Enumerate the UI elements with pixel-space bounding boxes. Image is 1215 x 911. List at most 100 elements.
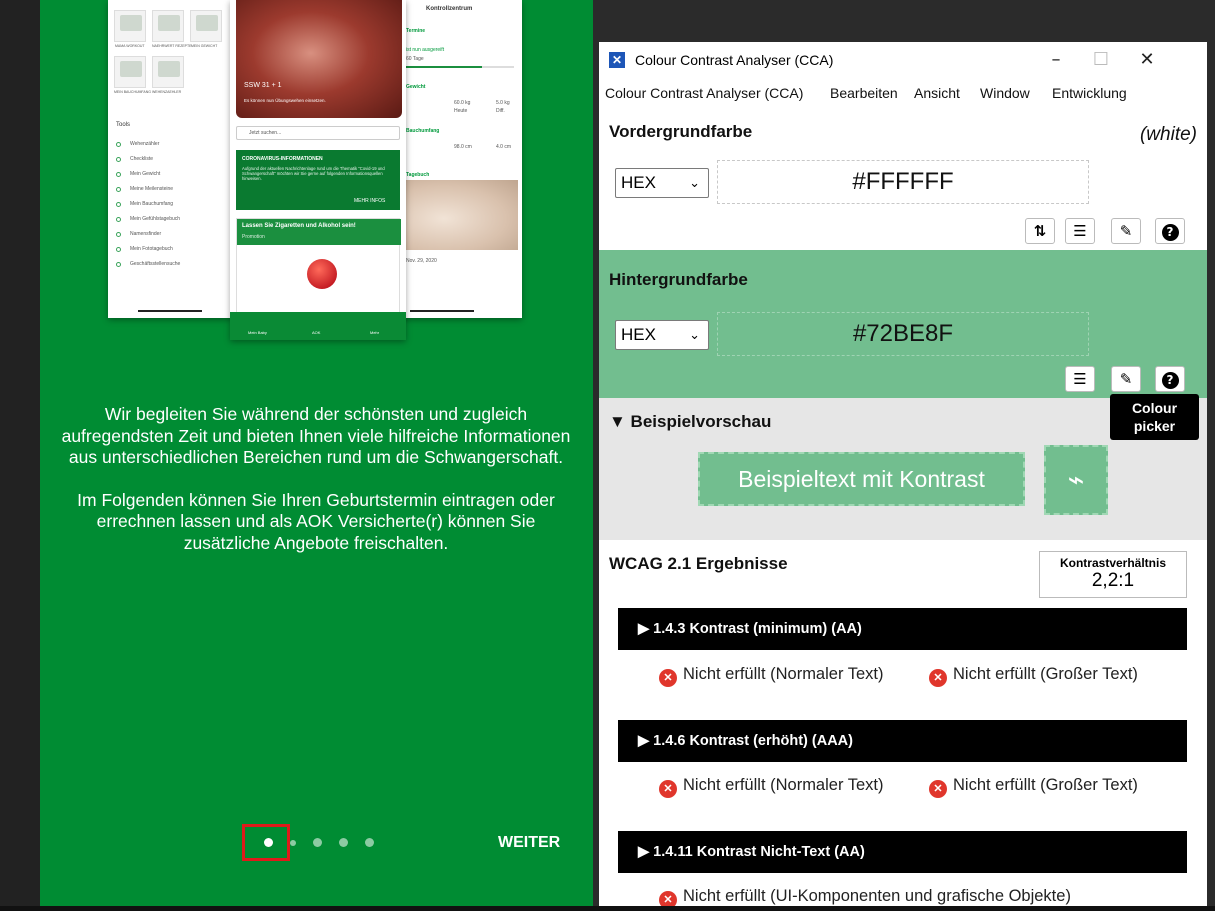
tool-item: Mein Gewicht [130, 171, 161, 177]
tool-icon [116, 172, 121, 177]
pager-dot[interactable] [313, 838, 322, 847]
menu-development[interactable]: Entwicklung [1052, 85, 1127, 101]
progress-fill [406, 66, 482, 68]
result-ui-components: ✕ Nicht erfüllt (UI-Komponenten und grafi… [659, 886, 1199, 906]
fail-icon: ✕ [659, 669, 677, 687]
results-heading: WCAG 2.1 Ergebnisse [609, 554, 788, 573]
screen: MAMA WORKOUT NAEHRWERT REZEPTE MEIN GEWI… [0, 0, 1215, 911]
right-progress-label: ist nun ausgereift [406, 47, 445, 53]
onboarding-screen: MAMA WORKOUT NAEHRWERT REZEPTE MEIN GEWI… [40, 0, 593, 911]
right-header: Kontrollzentrum [426, 6, 473, 12]
contrast-ratio-value: 2,2:1 [1091, 570, 1135, 591]
background-format-select[interactable]: HEX ⌄ [615, 320, 709, 350]
foreground-format-select[interactable]: HEX ⌄ [615, 168, 709, 198]
tool-item: Checkliste [130, 156, 154, 162]
tile-label: MEIN BAUCHUMFANG [114, 90, 151, 94]
background-hex-input[interactable]: #72BE8F [717, 312, 1089, 356]
tool-icon [116, 217, 121, 222]
colour-picker-tooltip: Colour picker [1110, 394, 1199, 440]
right-sub: Heute [454, 108, 468, 114]
criterion-1-4-3[interactable]: ▶ 1.4.3 Kontrast (minimum) (AA) [618, 608, 1187, 650]
intro-paragraph-1: Wir begleiten Sie während der schönsten … [61, 404, 571, 467]
tool-icon [116, 142, 121, 147]
phone-mockup-left: MAMA WORKOUT NAEHRWERT REZEPTE MEIN GEWI… [108, 0, 232, 318]
home-indicator [138, 310, 202, 312]
minimize-button[interactable]: – [1039, 48, 1073, 72]
right-item: Tagebuch [406, 172, 430, 178]
tile-label: MEIN GEWICHT [191, 44, 218, 48]
tool-item: Geschäftsstellensuche [130, 261, 181, 267]
criterion-1-4-11[interactable]: ▶ 1.4.11 Kontrast Nicht-Text (AA) [618, 831, 1187, 873]
pager-dot[interactable] [339, 838, 348, 847]
fail-icon: ✕ [659, 780, 677, 798]
contrast-ratio-label: Kontrastverhältnis [1059, 556, 1167, 570]
tool-icon [116, 262, 121, 267]
chevron-down-icon: ⌄ [689, 175, 700, 190]
swap-colors-button[interactable]: ⇅ [1025, 218, 1055, 244]
menu-bar: Colour Contrast Analyser (CCA) Bearbeite… [599, 82, 1207, 106]
maximize-button[interactable]: ☐ [1084, 48, 1118, 72]
tool-icon [116, 187, 121, 192]
right-item: Bauchumfang [406, 128, 440, 134]
tile-weight [190, 10, 222, 42]
fail-icon: ✕ [929, 669, 947, 687]
tile-label: MAMA WORKOUT [115, 44, 145, 48]
tile-belly [114, 56, 146, 88]
eyedropper-icon[interactable]: ✎ [1111, 366, 1141, 392]
help-icon: ? [1161, 372, 1179, 389]
background-heading: Hintergrundfarbe [609, 270, 748, 289]
promo-label: Promotion [242, 234, 265, 240]
result-label: Nicht erfüllt (Normaler Text) [683, 776, 884, 794]
right-item: Termine [406, 28, 426, 34]
right-value: 4.0 cm [496, 144, 512, 150]
sliders-icon[interactable]: ☰ [1065, 218, 1095, 244]
menu-window[interactable]: Window [980, 85, 1030, 101]
tile-contractions [152, 56, 184, 88]
tools-heading: Tools [116, 122, 131, 128]
promo-header: Lassen Sie Zigaretten und Alkohol sein! … [237, 219, 401, 245]
home-indicator [410, 310, 474, 312]
promo-card: Lassen Sie Zigaretten und Alkohol sein! … [236, 218, 401, 314]
foreground-hex-input[interactable]: #FFFFFF [717, 160, 1089, 204]
tile-recipes [152, 10, 184, 42]
right-value: 60.0 kg [454, 100, 471, 106]
chart-icon: ⌁ [1044, 445, 1108, 515]
apple-image [307, 259, 337, 289]
eyedropper-icon[interactable]: ✎ [1111, 218, 1141, 244]
corona-text: Aufgrund der aktuellen Nachrichtenlage r… [242, 166, 385, 181]
sliders-icon[interactable]: ☰ [1065, 366, 1095, 392]
tool-icon [116, 232, 121, 237]
week-subtitle: Es können nun Übungswehen einsetzen. [244, 98, 326, 103]
menu-edit[interactable]: Bearbeiten [830, 85, 898, 101]
result-label: Nicht erfüllt (Großer Text) [953, 665, 1138, 683]
corona-more-link: MEHR INFOS [354, 198, 386, 204]
close-button[interactable]: ✕ [1130, 48, 1164, 72]
pager-dot[interactable] [365, 838, 374, 847]
next-button[interactable]: WEITER [498, 834, 560, 852]
result-large-text: ✕ Nicht erfüllt (Großer Text) [929, 775, 1199, 798]
background-format-value: HEX [621, 325, 656, 344]
right-date: Nov. 29, 2020 [406, 258, 437, 264]
right-value: 98.0 cm [454, 144, 472, 150]
pager-dot[interactable] [290, 839, 296, 846]
tool-item: Mein Bauchumfang [130, 201, 174, 207]
help-button[interactable]: ? [1155, 218, 1185, 244]
foreground-heading: Vordergrundfarbe [609, 122, 753, 141]
left-margin [0, 0, 40, 911]
preview-heading[interactable]: ▼ Beispielvorschau [609, 412, 771, 432]
title-bar: ✕ Colour Contrast Analyser (CCA) – ☐ ✕ [599, 42, 1207, 78]
tool-icon [116, 157, 121, 162]
foreground-section: Vordergrundfarbe (white) HEX ⌄ #FFFFFF ⇅… [599, 110, 1207, 250]
tab-label: Mein Baby [248, 330, 267, 335]
menu-view[interactable]: Ansicht [914, 85, 960, 101]
help-button[interactable]: ? [1155, 366, 1185, 392]
menu-cca[interactable]: Colour Contrast Analyser (CCA) [605, 85, 803, 101]
right-value: 5.0 kg [496, 100, 510, 106]
tile-workout [114, 10, 146, 42]
highlight-box [242, 824, 290, 861]
criterion-1-4-6[interactable]: ▶ 1.4.6 Kontrast (erhöht) (AAA) [618, 720, 1187, 762]
bottom-margin [0, 906, 1215, 911]
tool-item: Wehenzähler [130, 141, 160, 147]
tile-label: NAEHRWERT REZEPTE [152, 44, 192, 48]
progress-track [406, 66, 514, 68]
